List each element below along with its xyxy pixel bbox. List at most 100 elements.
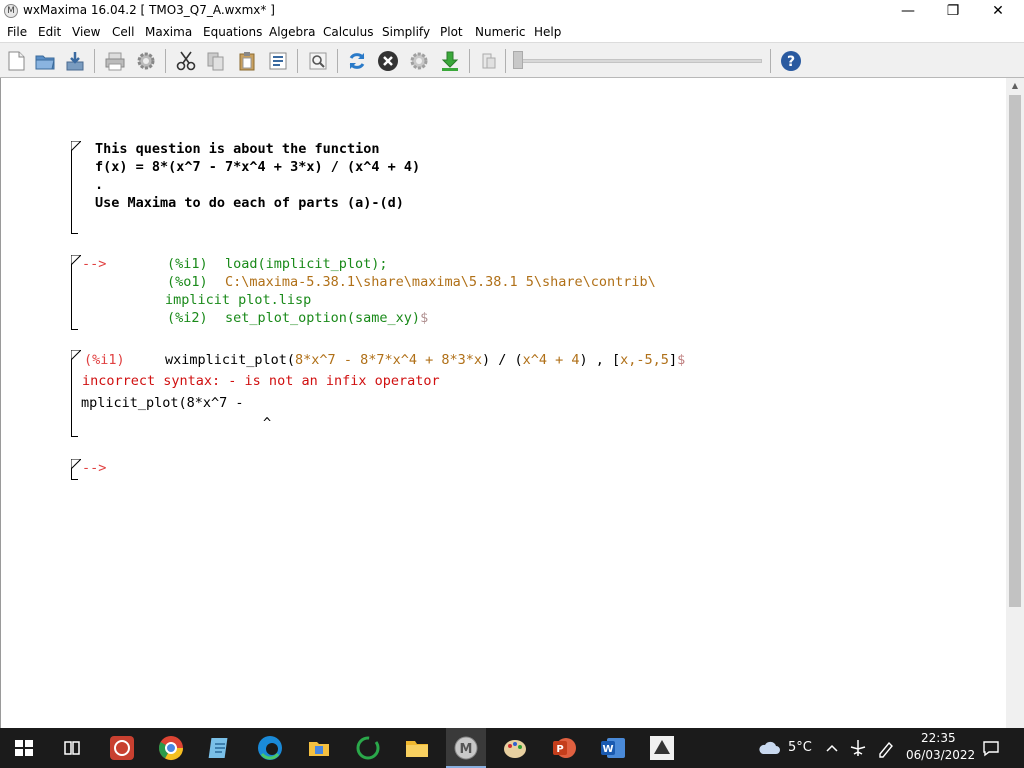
output-label-o1: (%o1) bbox=[167, 274, 208, 290]
code-part: 8*x^7 - 8*7*x^4 + 8*3*x bbox=[295, 352, 482, 368]
input-code-set-plot-option[interactable]: set_plot_option(same_xy)$ bbox=[225, 310, 428, 326]
code-part: ) , [ bbox=[579, 352, 621, 368]
powerpoint-icon[interactable]: P bbox=[550, 734, 578, 762]
interrupt-icon[interactable] bbox=[377, 50, 399, 72]
task-view-icon[interactable] bbox=[58, 734, 86, 762]
title-bar: M wxMaxima 16.04.2 [ TMO3_Q7_A.wxmx* ] —… bbox=[0, 0, 1024, 22]
menu-numeric[interactable]: Numeric bbox=[475, 25, 526, 39]
word-icon[interactable]: W bbox=[599, 734, 627, 762]
bracket-triangle-icon bbox=[71, 350, 81, 360]
cell-prompt: --> bbox=[82, 460, 107, 476]
code-terminator: $ bbox=[420, 310, 429, 326]
notifications-icon[interactable] bbox=[981, 738, 1001, 758]
input-label-i1: (%i1) bbox=[84, 352, 125, 368]
wxmaxima-window: M wxMaxima 16.04.2 [ TMO3_Q7_A.wxmx* ] —… bbox=[0, 0, 1024, 728]
menu-equations[interactable]: Equations bbox=[203, 25, 262, 39]
animation-slider-thumb[interactable] bbox=[513, 51, 523, 69]
text-line-1: This question is about the function bbox=[95, 141, 380, 157]
svg-text:P: P bbox=[556, 744, 563, 755]
preferences-gear-icon[interactable] bbox=[135, 50, 157, 72]
window-title: wxMaxima 16.04.2 [ TMO3_Q7_A.wxmx* ] bbox=[23, 3, 275, 17]
open-folder-icon[interactable] bbox=[34, 50, 56, 72]
cell-prompt: --> bbox=[82, 256, 107, 272]
folder-icon[interactable] bbox=[403, 734, 431, 762]
cell-bracket[interactable] bbox=[71, 255, 72, 330]
menu-algebra[interactable]: Algebra bbox=[269, 25, 315, 39]
text-line-2: f(x) = 8*(x^7 - 7*x^4 + 3*x) / (x^4 + 4) bbox=[95, 159, 421, 175]
toolbar: ? bbox=[0, 42, 1024, 78]
vertical-scrollbar[interactable]: ▲ bbox=[1006, 78, 1024, 728]
error-context: mplicit_plot(8*x^7 - bbox=[81, 395, 244, 411]
edge-icon[interactable] bbox=[256, 734, 284, 762]
maximize-button[interactable]: ❐ bbox=[930, 0, 976, 22]
menu-bar: File Edit View Cell Maxima Equations Alg… bbox=[0, 22, 1024, 42]
cut-scissors-icon[interactable] bbox=[175, 50, 197, 72]
clock-date[interactable]: 06/03/2022 bbox=[906, 748, 975, 762]
wxmaxima-app-icon: M bbox=[4, 4, 18, 18]
code-part: ) / ( bbox=[481, 352, 523, 368]
paste-icon[interactable] bbox=[236, 50, 258, 72]
menu-edit[interactable]: Edit bbox=[38, 25, 61, 39]
print-icon[interactable] bbox=[104, 50, 126, 72]
refresh-app-icon[interactable] bbox=[354, 734, 382, 762]
code-part: x^4 + 4 bbox=[522, 352, 580, 368]
menu-help[interactable]: Help bbox=[534, 25, 561, 39]
minimize-button[interactable]: — bbox=[885, 0, 931, 22]
app-icon[interactable] bbox=[648, 734, 676, 762]
airplane-mode-icon[interactable] bbox=[848, 738, 868, 758]
menu-simplify[interactable]: Simplify bbox=[382, 25, 430, 39]
gear-icon[interactable] bbox=[408, 50, 430, 72]
input-code-implicit-plot[interactable]: wximplicit_plot(8*x^7 - 8*7*x^4 + 8*3*x)… bbox=[165, 352, 685, 368]
save-icon[interactable] bbox=[64, 50, 86, 72]
output-path: C:\maxima-5.38.1\share\maxima\5.38.1 5\s… bbox=[225, 274, 656, 290]
menu-calculus[interactable]: Calculus bbox=[323, 25, 373, 39]
bracket-triangle-icon bbox=[71, 141, 81, 151]
menu-plot[interactable]: Plot bbox=[440, 25, 463, 39]
cell-bracket[interactable] bbox=[71, 141, 72, 234]
windows-taskbar: M P W 5°C 22:35 06/03/2022 bbox=[0, 728, 1024, 768]
code-part: x,-5,5 bbox=[620, 352, 669, 368]
file-explorer-icon[interactable] bbox=[305, 734, 333, 762]
svg-text:M: M bbox=[460, 742, 473, 757]
input-code-load[interactable]: load(implicit_plot); bbox=[225, 256, 388, 272]
error-message: incorrect syntax: - is not an infix oper… bbox=[82, 373, 440, 389]
help-icon[interactable]: ? bbox=[780, 50, 802, 72]
text-line-3: . bbox=[95, 177, 104, 193]
cell-bracket[interactable] bbox=[71, 350, 72, 437]
bracket-triangle-icon bbox=[71, 459, 81, 469]
new-document-icon[interactable] bbox=[5, 50, 27, 72]
menu-view[interactable]: View bbox=[72, 25, 100, 39]
menu-cell[interactable]: Cell bbox=[112, 25, 134, 39]
weather-temperature[interactable]: 5°C bbox=[788, 740, 812, 755]
code-terminator: $ bbox=[677, 352, 686, 368]
notepad-icon[interactable] bbox=[206, 734, 234, 762]
bracket-triangle-icon bbox=[71, 255, 81, 265]
animation-icon[interactable] bbox=[478, 50, 500, 72]
code-part: wximplicit_plot( bbox=[165, 352, 296, 368]
pen-icon[interactable] bbox=[876, 738, 896, 758]
chrome-icon[interactable] bbox=[157, 734, 185, 762]
download-arrow-icon[interactable] bbox=[439, 50, 461, 72]
copy-icon[interactable] bbox=[205, 50, 227, 72]
select-all-icon[interactable] bbox=[267, 50, 289, 72]
windows-start-icon[interactable] bbox=[10, 734, 38, 762]
animation-slider-track[interactable] bbox=[516, 59, 762, 63]
scroll-up-arrow-icon[interactable]: ▲ bbox=[1006, 78, 1024, 94]
help-glyph: ? bbox=[787, 54, 795, 70]
chevron-up-icon[interactable] bbox=[825, 741, 839, 755]
menu-file[interactable]: File bbox=[7, 25, 27, 39]
find-icon[interactable] bbox=[307, 50, 329, 72]
weather-cloud-icon[interactable] bbox=[757, 738, 781, 758]
input-label-i2: (%i2) bbox=[167, 310, 208, 326]
clock-time[interactable]: 22:35 bbox=[921, 731, 956, 745]
input-label-i1: (%i1) bbox=[167, 256, 208, 272]
menu-maxima[interactable]: Maxima bbox=[145, 25, 192, 39]
cabri-icon[interactable] bbox=[108, 734, 136, 762]
text-line-4: Use Maxima to do each of parts (a)-(d) bbox=[95, 195, 404, 211]
paint-icon[interactable] bbox=[501, 734, 529, 762]
worksheet[interactable]: This question is about the function f(x)… bbox=[0, 78, 1006, 728]
scrollbar-thumb[interactable] bbox=[1009, 95, 1021, 607]
refresh-icon[interactable] bbox=[346, 50, 368, 72]
close-button[interactable]: ✕ bbox=[975, 0, 1021, 22]
wxmaxima-icon[interactable]: M bbox=[452, 734, 480, 762]
